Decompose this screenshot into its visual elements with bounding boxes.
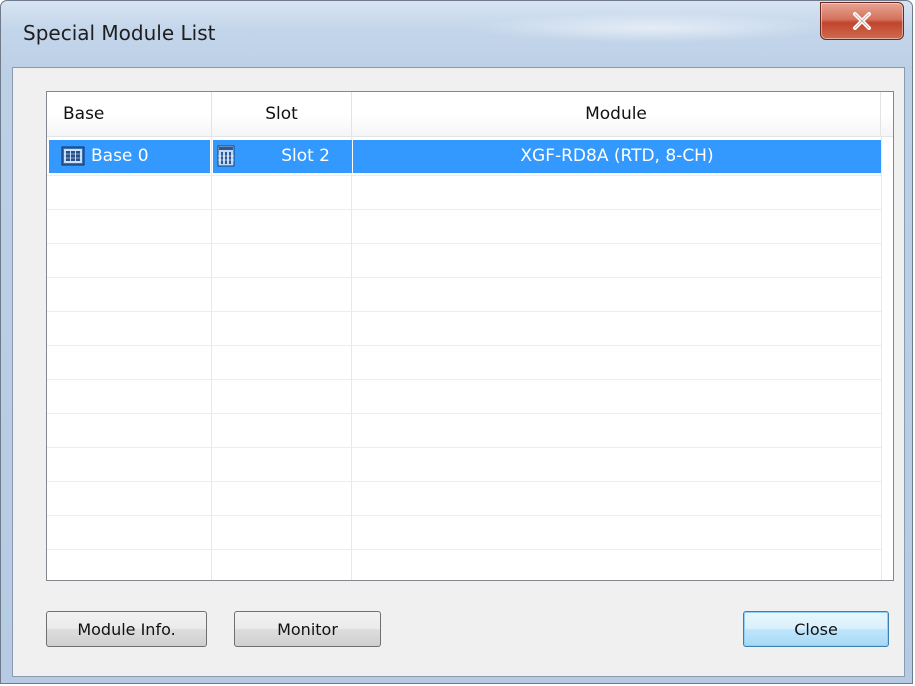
- grid-row-line: [47, 549, 881, 550]
- title-bar-shine: [471, 13, 831, 43]
- dialog-title: Special Module List: [23, 21, 216, 45]
- cell-module[interactable]: XGF-RD8A (RTD, 8-CH): [353, 140, 881, 173]
- grid-row-line: [47, 345, 881, 346]
- grid-row-line: [47, 243, 881, 244]
- table-row-selected[interactable]: Base 0 Slot 2 XGF-RD8A (RTD, 8-CH): [49, 140, 881, 173]
- grid-row-line: [47, 515, 881, 516]
- dialog-window: Special Module List Base Slot Module Bas…: [0, 0, 913, 684]
- grid-row-line: [47, 413, 881, 414]
- cell-slot-text: Slot 2: [281, 146, 330, 166]
- slot-icon: [217, 145, 235, 167]
- module-info-button[interactable]: Module Info.: [46, 611, 207, 647]
- base-icon: [61, 146, 85, 166]
- grid-row-line: [47, 379, 881, 380]
- grid-row-line: [47, 209, 881, 210]
- grid-row-line: [47, 311, 881, 312]
- close-button[interactable]: Close: [743, 611, 889, 647]
- grid-row-line: [47, 175, 881, 176]
- close-x-icon: [853, 12, 871, 30]
- window-close-button[interactable]: [820, 2, 904, 40]
- grid-row-line: [47, 447, 881, 448]
- cell-base-text: Base 0: [91, 146, 149, 166]
- column-header-module[interactable]: Module: [352, 92, 881, 136]
- grid-row-line: [47, 481, 881, 482]
- dialog-client-area: Base Slot Module Base 0 Slot 2 XGF-RD8A …: [12, 67, 905, 677]
- column-header-base[interactable]: Base: [47, 92, 212, 136]
- column-header-slot[interactable]: Slot: [212, 92, 352, 136]
- list-header: Base Slot Module: [47, 92, 893, 137]
- monitor-button[interactable]: Monitor: [234, 611, 381, 647]
- grid-row-line: [47, 277, 881, 278]
- grid-column-line: [881, 136, 882, 580]
- module-list-view[interactable]: Base Slot Module Base 0 Slot 2 XGF-RD8A …: [46, 91, 894, 581]
